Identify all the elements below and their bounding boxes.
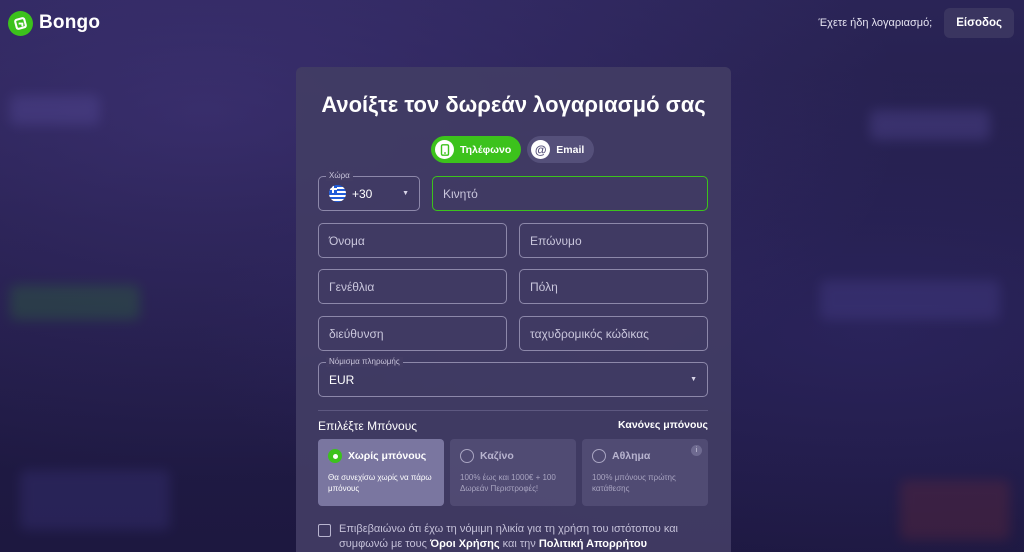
registration-card: Ανοίξτε τον δωρεάν λογαριασμό σας Τηλέφω… xyxy=(296,67,731,552)
postcode-input[interactable]: ταχυδρομικός κώδικας xyxy=(519,316,708,351)
bonus-option-desc: 100% μπόνους πρώτης κατάθεσης xyxy=(592,473,676,493)
chevron-down-icon: ▼ xyxy=(402,190,409,197)
bonus-rules-link[interactable]: Κανόνες μπόνους xyxy=(618,419,708,433)
phone-icon xyxy=(435,140,454,159)
mobile-input[interactable]: Κινητό xyxy=(432,176,708,211)
tab-email-label: Email xyxy=(556,143,585,156)
bonus-header: Επιλέξτε Μπόνους Κανόνες μπόνους xyxy=(318,419,708,433)
chevron-down-icon: ▼ xyxy=(690,376,697,383)
divider xyxy=(318,410,708,411)
form-title: Ανοίξτε τον δωρεάν λογαριασμό σας xyxy=(321,92,706,117)
consent-text-part: και την xyxy=(499,538,539,550)
bonus-option-sports[interactable]: i Αθλημα 100% μπόνους πρώτης κατάθεσης xyxy=(582,439,708,506)
privacy-link[interactable]: Πολιτική Απορρήτου xyxy=(539,538,647,550)
birthday-input[interactable]: Γενέθλια xyxy=(318,269,507,304)
signup-method-tabs: Τηλέφωνο @ Email xyxy=(431,136,595,163)
bonus-option-label: Αθλημα xyxy=(612,450,651,462)
city-input[interactable]: Πόλη xyxy=(519,269,708,304)
bonus-title: Επιλέξτε Μπόνους xyxy=(318,419,418,433)
bonus-option-label: Καζίνο xyxy=(480,450,514,462)
currency-legend: Νόμισμα πληρωμής xyxy=(326,357,403,367)
info-icon[interactable]: i xyxy=(691,445,702,456)
at-icon: @ xyxy=(531,140,551,159)
logo[interactable]: Bongo xyxy=(8,10,101,36)
address-input[interactable]: διεύθυνση xyxy=(318,316,507,351)
terms-link[interactable]: Όροι Χρήσης xyxy=(430,538,500,550)
bonus-option-label: Χωρίς μπόνους xyxy=(348,450,427,462)
last-name-input[interactable]: Επώνυμο xyxy=(519,223,708,258)
consent-text: Επιβεβαιώνω ότι έχω τη νόμιμη ηλικία για… xyxy=(339,522,718,552)
bonus-option-desc: 100% έως και 1000€ + 100 Δωρεάν Περιστρο… xyxy=(460,473,556,493)
radio-selected-icon xyxy=(328,449,342,463)
brand-name: Bongo xyxy=(39,12,101,33)
tab-phone[interactable]: Τηλέφωνο xyxy=(431,136,522,163)
radio-icon xyxy=(592,449,606,463)
country-code-value: +30 xyxy=(352,186,373,201)
consent-checkbox[interactable] xyxy=(318,524,331,537)
country-legend: Χώρα xyxy=(326,171,353,181)
login-button[interactable]: Είσοδος xyxy=(944,8,1014,38)
tab-phone-label: Τηλέφωνο xyxy=(460,143,512,156)
age-consent: Επιβεβαιώνω ότι έχω τη νόμιμη ηλικία για… xyxy=(318,522,718,552)
bonus-option-desc: Θα συνεχίσω χωρίς να πάρω μπόνους xyxy=(328,473,432,493)
currency-select[interactable]: Νόμισμα πληρωμής EUR ▼ xyxy=(318,357,708,397)
radio-icon xyxy=(460,449,474,463)
currency-value: EUR xyxy=(329,372,355,387)
bongo-logo-icon xyxy=(8,10,33,36)
top-bar: Bongo Έχετε ήδη λογαριασμό; Είσοδος xyxy=(0,0,1024,46)
have-account-text: Έχετε ήδη λογαριασμό; xyxy=(818,17,933,29)
bonus-option-none[interactable]: Χωρίς μπόνους Θα συνεχίσω χωρίς να πάρω … xyxy=(318,439,444,506)
country-code-select[interactable]: Χώρα +30 ▼ xyxy=(318,171,420,211)
bonus-option-casino[interactable]: Καζίνο 100% έως και 1000€ + 100 Δωρεάν Π… xyxy=(450,439,576,506)
greece-flag-icon xyxy=(329,185,346,202)
tab-email[interactable]: @ Email xyxy=(527,136,595,163)
first-name-input[interactable]: Όνομα xyxy=(318,223,507,258)
